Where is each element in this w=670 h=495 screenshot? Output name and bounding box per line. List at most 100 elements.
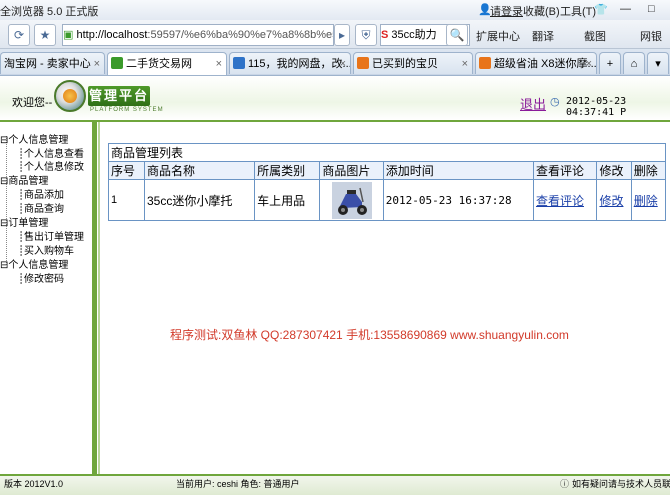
tab-label: 二手货交易网 (126, 58, 192, 70)
col-edit: 修改 (596, 161, 632, 180)
search-value: 35cc助力 (391, 29, 437, 41)
scooter-image (331, 181, 372, 219)
home-icon[interactable]: ⌂ (623, 52, 645, 74)
sidebar-divider-light (98, 122, 100, 474)
col-name: 商品名称 (143, 161, 256, 180)
cell-name: 35cc迷你小摩托 (143, 179, 256, 221)
col-delete: 删除 (630, 161, 667, 180)
close-icon[interactable]: × (586, 53, 592, 74)
logo-title: 管理平台 (88, 86, 150, 106)
version-text: 版本 2012V1.0 (4, 479, 64, 489)
cell-edit: 修改 (596, 179, 632, 221)
tree-line (6, 136, 8, 265)
clock-icon: ◷ (550, 96, 560, 108)
url-host: http://localhost (76, 29, 148, 41)
product-thumbnail[interactable] (331, 181, 372, 219)
edit-link[interactable]: 修改 (599, 194, 623, 208)
page-icon: ▣ (63, 29, 74, 41)
tools-menu[interactable]: 工具(T) (560, 3, 596, 19)
tab-115-disk[interactable]: 115，我的网盘，改... × (229, 52, 351, 74)
cell-view: 查看评论 (532, 179, 598, 221)
search-icon[interactable]: 🔍 (446, 24, 468, 46)
star-icon[interactable]: ★ (34, 24, 56, 46)
extension-center[interactable]: 扩展中心 (476, 28, 520, 44)
logo-icon (54, 80, 86, 112)
go-icon[interactable]: ▸ (334, 24, 350, 46)
favorites-menu[interactable]: 收藏(B) (523, 3, 560, 19)
navigation-bar: ⟳ ★ ▣ http://localhost:59597/%e6%ba%90%e… (0, 20, 670, 49)
table-row: 1 35cc迷你小摩托 车上用品 2012-05-23 16:37:28 查看评… (108, 179, 667, 221)
view-comments-link[interactable]: 查看评论 (536, 194, 584, 208)
sidebar-group-orders[interactable]: ⊟订单管理 (0, 214, 48, 229)
browser-title: 全浏览器 5.0 正式版 (0, 6, 99, 18)
cell-delete: 删除 (630, 179, 667, 221)
col-view: 查看评论 (532, 161, 598, 180)
tab-label: 115，我的网盘，改... (248, 58, 351, 70)
close-icon[interactable]: × (94, 53, 100, 74)
sidebar-divider (92, 122, 97, 474)
browser-title-bar: 全浏览器 5.0 正式版 👤 请登录 收藏(B) 工具(T) 👕 — □ (0, 0, 670, 21)
logo-subtitle: PLATFORM SYSTEM (90, 107, 164, 113)
cell-image (319, 179, 384, 221)
maximize-button[interactable]: □ (648, 3, 655, 15)
sidebar-group-personal[interactable]: ⊟个人信息管理 (0, 131, 68, 146)
cell-category: 车上用品 (254, 179, 321, 221)
delete-link[interactable]: 删除 (634, 194, 658, 208)
shield-icon[interactable]: ⛨ (355, 24, 377, 46)
status-footer: 版本 2012V1.0 当前用户: ceshi 角色: 普通用户 ⓘ 如有疑问请… (0, 474, 670, 495)
welcome-text: 欢迎您-- (12, 97, 53, 109)
sidebar-item-edit-info[interactable]: ┊个人信息修改 (18, 158, 84, 173)
disk-icon (233, 57, 245, 69)
app-header: 欢迎您-- 管理平台 PLATFORM SYSTEM 退出 ◷ 2012-05-… (0, 76, 670, 122)
netbank-button[interactable]: 网银 (640, 28, 662, 44)
skin-icon[interactable]: 👕 (594, 3, 608, 16)
help-text: 如有疑问请与技术人员联系 (572, 479, 670, 489)
refresh-button[interactable]: ⟳ (8, 24, 30, 46)
table-header-row: 序号 商品名称 所属类别 商品图片 添加时间 查看评论 修改 删除 (108, 161, 667, 180)
new-tab-button[interactable]: + (599, 52, 621, 74)
sidebar-item-add-goods[interactable]: ┊商品添加 (18, 186, 64, 201)
close-icon[interactable]: × (340, 53, 346, 74)
sidebar: ⊟个人信息管理 ┊个人信息查看 ┊个人信息修改 ⊟商品管理 ┊商品添加 ┊商品查… (0, 122, 92, 472)
current-user-text: 当前用户: ceshi 角色: 普通用户 (176, 479, 300, 489)
tab-taobao-seller[interactable]: 淘宝网 - 卖家中心 × (0, 52, 105, 74)
sidebar-group-goods[interactable]: ⊟商品管理 (0, 172, 48, 187)
col-id: 序号 (108, 161, 145, 180)
sidebar-item-cart[interactable]: ┊买入购物车 (18, 242, 74, 257)
translate-button[interactable]: 翻译 (532, 28, 554, 44)
col-category: 所属类别 (254, 161, 321, 180)
close-icon[interactable]: × (462, 53, 468, 74)
tab-bought[interactable]: 已买到的宝贝 × (353, 52, 473, 74)
search-engine-icon: S (381, 29, 389, 41)
tab-bar: 淘宝网 - 卖家中心 × 二手货交易网 × 115，我的网盘，改... × 已买到的宝… (0, 49, 670, 76)
url-path: :59597/%e6%ba%90%e7%a8%8b%e5 (147, 29, 334, 41)
datetime: 2012-05-23 04:37:41 P (566, 96, 627, 118)
taobao-icon (479, 57, 491, 69)
tab-secondhand[interactable]: 二手货交易网 × (107, 52, 227, 75)
page-icon (111, 57, 123, 69)
tab-menu-icon[interactable]: ▾ (647, 52, 669, 74)
item-label: 修改密码 (24, 274, 65, 285)
tab-label: 已买到的宝贝 (372, 58, 438, 70)
col-image: 商品图片 (319, 161, 384, 180)
close-icon[interactable]: × (216, 53, 222, 75)
tab-label: 淘宝网 - 卖家中心 (4, 58, 91, 70)
tab-x8-moto[interactable]: 超级省油 X8迷你摩... × (475, 52, 597, 74)
sidebar-group-personal-2[interactable]: ⊟个人信息管理 (0, 256, 68, 271)
address-input[interactable]: ▣ http://localhost:59597/%e6%ba%90%e7%a8… (62, 24, 334, 46)
screenshot-button[interactable]: 截图 (584, 28, 606, 44)
goods-table: 序号 商品名称 所属类别 商品图片 添加时间 查看评论 修改 删除 1 35cc… (108, 161, 667, 221)
cell-added: 2012-05-23 16:37:28 (382, 179, 534, 221)
taobao-icon (357, 57, 369, 69)
col-added: 添加时间 (382, 161, 534, 180)
help-icon: ⓘ (560, 479, 570, 489)
tab-label: 超级省油 X8迷你摩... (494, 58, 597, 70)
sidebar-item-query-goods[interactable]: ┊商品查询 (18, 200, 64, 215)
sidebar-item-change-password[interactable]: ┊修改密码 (18, 270, 64, 285)
minimize-button[interactable]: — (620, 3, 631, 15)
cell-id: 1 (108, 179, 145, 221)
sidebar-item-sold-orders[interactable]: ┊售出订单管理 (18, 228, 84, 243)
login-link[interactable]: 请登录 (490, 3, 523, 19)
logout-link[interactable]: 退出 (520, 94, 546, 113)
grid-caption: 商品管理列表 (108, 143, 666, 161)
